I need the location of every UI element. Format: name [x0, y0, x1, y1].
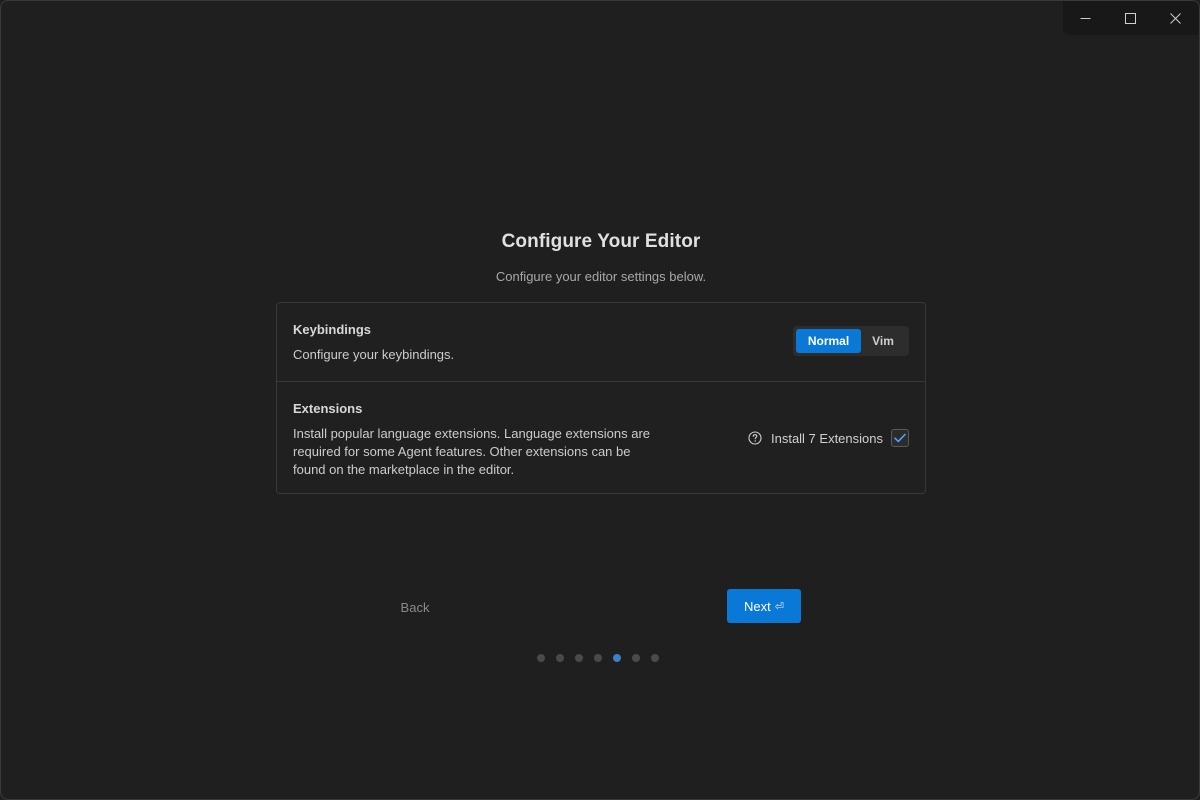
window-controls — [1063, 1, 1199, 35]
maximize-icon — [1125, 12, 1136, 24]
keybinding-option-normal[interactable]: Normal — [796, 329, 861, 353]
maximize-button[interactable] — [1108, 1, 1153, 35]
keybindings-toggle: Normal Vim — [793, 326, 909, 356]
install-extensions-checkbox[interactable] — [891, 429, 909, 447]
close-icon — [1170, 12, 1181, 24]
step-dot-4 — [594, 654, 602, 662]
step-indicator — [537, 654, 659, 662]
keybindings-section: Keybindings Configure your keybindings. … — [277, 303, 925, 382]
back-button[interactable]: Back — [379, 593, 451, 621]
next-button[interactable]: Next ⏎ — [727, 589, 801, 623]
extensions-section: Extensions Install popular language exte… — [277, 382, 925, 493]
step-dot-5 — [613, 654, 621, 662]
step-dot-3 — [575, 654, 583, 662]
keybindings-title: Keybindings — [293, 322, 372, 337]
install-extensions-label: Install 7 Extensions — [770, 430, 883, 446]
checkmark-icon — [894, 433, 906, 443]
minimize-button[interactable] — [1063, 1, 1108, 35]
next-button-label: Next — [744, 598, 771, 614]
extensions-title: Extensions — [293, 401, 363, 416]
step-dot-2 — [556, 654, 564, 662]
keybinding-option-vim[interactable]: Vim — [861, 329, 905, 353]
extensions-description: Install popular language extensions. Lan… — [293, 426, 651, 477]
page-title: Configure Your Editor — [501, 231, 701, 252]
step-dot-1 — [537, 654, 545, 662]
install-extensions-control: Install 7 Extensions — [748, 428, 909, 448]
settings-card: Keybindings Configure your keybindings. … — [276, 302, 926, 494]
keybindings-description: Configure your keybindings. — [293, 347, 455, 362]
enter-icon: ⏎ — [774, 600, 784, 613]
step-dot-7 — [651, 654, 659, 662]
minimize-icon — [1080, 17, 1091, 19]
help-icon[interactable] — [748, 431, 762, 445]
page-subtitle: Configure your editor settings below. — [495, 269, 707, 284]
step-dot-6 — [632, 654, 640, 662]
app-window: Configure Your Editor Configure your edi… — [0, 0, 1200, 800]
close-button[interactable] — [1153, 1, 1198, 35]
